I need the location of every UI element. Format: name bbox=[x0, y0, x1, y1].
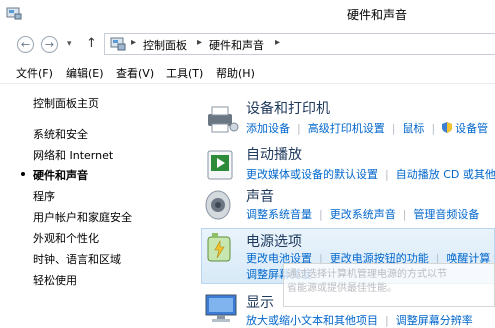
devices-printers-icon bbox=[208, 106, 239, 133]
links-display: 放大或缩小文本和其他项目 | 调整屏幕分辨率 bbox=[246, 312, 473, 328]
forward-arrow-icon: → bbox=[44, 38, 55, 51]
navigation-bar: ← → ▾ ↑ ▸ 控制面板 ▸ 硬件和声音 ▸ bbox=[0, 28, 495, 62]
links-devices-printers: 添加设备 | 高级打印机设置 | 鼠标 | 设备管 bbox=[246, 120, 488, 136]
link-text-size[interactable]: 放大或缩小文本和其他项目 bbox=[246, 312, 378, 328]
back-button[interactable]: ← bbox=[17, 36, 34, 53]
uac-shield-icon bbox=[442, 122, 453, 133]
title-bar: 硬件和声音 bbox=[0, 0, 495, 28]
sidebar-item-clock-language[interactable]: 时钟、语言和区域 bbox=[33, 251, 121, 267]
link-device-manager[interactable]: 设备管 bbox=[455, 120, 488, 136]
tooltip-text: 通过选择计算机管理电源的方式以节 省能源或提供最佳性能。 bbox=[287, 268, 447, 296]
category-title-devices-printers[interactable]: 设备和打印机 bbox=[246, 98, 330, 118]
link-separator: | bbox=[391, 122, 396, 135]
sidebar-item-network-internet[interactable]: 网络和 Internet bbox=[33, 147, 113, 163]
link-screen-resolution[interactable]: 调整屏幕分辨率 bbox=[396, 312, 473, 328]
link-separator: | bbox=[431, 122, 436, 135]
autoplay-icon bbox=[207, 150, 233, 180]
link-separator: | bbox=[319, 208, 323, 221]
sidebar-item-ease-of-access[interactable]: 轻松使用 bbox=[33, 272, 77, 288]
tooltip-line-2: 省能源或提供最佳性能。 bbox=[287, 283, 397, 294]
sidebar-item-appearance[interactable]: 外观和个性化 bbox=[33, 230, 99, 246]
address-bar[interactable]: ▸ 控制面板 ▸ 硬件和声音 ▸ bbox=[104, 33, 495, 55]
category-title-sound[interactable]: 声音 bbox=[246, 186, 274, 206]
control-panel-window-icon bbox=[6, 7, 22, 20]
link-add-device[interactable]: 添加设备 bbox=[246, 120, 290, 136]
back-arrow-icon: ← bbox=[20, 38, 31, 51]
forward-button[interactable]: → bbox=[41, 36, 58, 53]
breadcrumb-separator-icon[interactable]: ▸ bbox=[275, 37, 280, 48]
link-separator: | bbox=[385, 168, 389, 181]
display-monitor-icon bbox=[205, 294, 237, 322]
up-arrow-icon[interactable]: ↑ bbox=[86, 36, 97, 51]
links-autoplay: 更改媒体或设备的默认设置 | 自动播放 CD 或其他 bbox=[246, 166, 495, 182]
category-title-display[interactable]: 显示 bbox=[246, 292, 274, 312]
link-autoplay-cd[interactable]: 自动播放 CD 或其他 bbox=[396, 166, 495, 182]
link-advanced-printer-setup[interactable]: 高级打印机设置 bbox=[308, 120, 385, 136]
window-title: 硬件和声音 bbox=[347, 8, 408, 22]
category-title-autoplay[interactable]: 自动播放 bbox=[246, 144, 302, 164]
breadcrumb-control-panel[interactable]: 控制面板 bbox=[143, 37, 187, 53]
power-battery-icon bbox=[207, 233, 231, 262]
menu-file[interactable]: 文件(F) bbox=[16, 65, 53, 81]
link-separator: | bbox=[402, 208, 407, 221]
link-separator: | bbox=[297, 122, 301, 135]
link-manage-audio-devices[interactable]: 管理音频设备 bbox=[413, 206, 479, 222]
menu-edit[interactable]: 编辑(E) bbox=[66, 65, 104, 81]
links-sound: 调整系统音量 | 更改系统声音 | 管理音频设备 bbox=[246, 206, 479, 222]
tooltip-line-1: 通过选择计算机管理电源的方式以节 bbox=[287, 269, 447, 280]
current-page-bullet-icon bbox=[21, 172, 25, 176]
menu-view[interactable]: 查看(V) bbox=[116, 65, 154, 81]
menu-tools[interactable]: 工具(T) bbox=[166, 65, 203, 81]
link-mouse[interactable]: 鼠标 bbox=[402, 120, 424, 136]
breadcrumb-separator-icon[interactable]: ▸ bbox=[197, 37, 202, 48]
sidebar-item-system-security[interactable]: 系统和安全 bbox=[33, 126, 88, 142]
divider bbox=[0, 83, 495, 84]
menu-help[interactable]: 帮助(H) bbox=[216, 65, 255, 81]
menu-bar: 文件(F) 编辑(E) 查看(V) 工具(T) 帮助(H) bbox=[0, 62, 495, 82]
link-change-system-sounds[interactable]: 更改系统声音 bbox=[330, 206, 396, 222]
sidebar-item-user-accounts[interactable]: 用户帐户和家庭安全 bbox=[33, 209, 132, 225]
category-title-power-options[interactable]: 电源选项 bbox=[246, 231, 302, 251]
link-change-media-defaults[interactable]: 更改媒体或设备的默认设置 bbox=[246, 166, 378, 182]
breadcrumb-separator-icon[interactable]: ▸ bbox=[131, 37, 136, 48]
power-options-tooltip: 通过选择计算机管理电源的方式以节 省能源或提供最佳性能。 bbox=[283, 263, 495, 307]
sidebar-home-link[interactable]: 控制面板主页 bbox=[33, 95, 99, 111]
speaker-icon bbox=[205, 190, 231, 220]
link-adjust-volume[interactable]: 调整系统音量 bbox=[246, 206, 312, 222]
sidebar-item-programs[interactable]: 程序 bbox=[33, 188, 55, 204]
breadcrumb-hardware-sound[interactable]: 硬件和声音 bbox=[209, 37, 264, 53]
sidebar-item-hardware-sound: 硬件和声音 bbox=[33, 169, 88, 182]
control-panel-icon bbox=[110, 37, 126, 51]
recent-locations-dropdown-icon[interactable]: ▾ bbox=[67, 39, 72, 49]
link-separator: | bbox=[385, 314, 389, 327]
